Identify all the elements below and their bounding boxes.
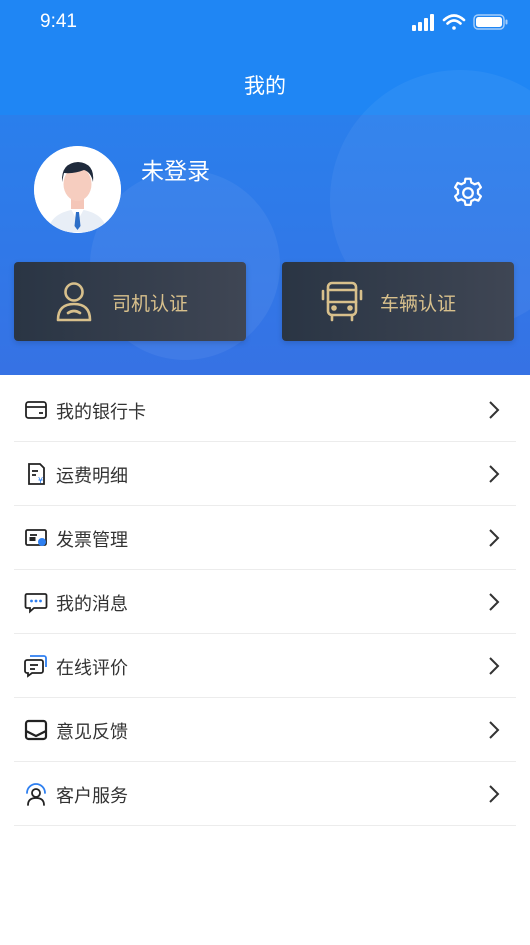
status-time: 9:41: [40, 11, 77, 32]
message-icon: [24, 590, 48, 614]
bank-card-icon: [24, 398, 48, 422]
gear-icon: [453, 177, 483, 206]
freight-detail-icon: ¥: [24, 462, 48, 486]
chevron-right-icon: [488, 784, 500, 808]
menu-item-label: 我的银行卡: [56, 402, 146, 423]
profile-header-area: 9:41 我的 未登录 司机认证 车辆认证: [0, 0, 530, 375]
menu-item-label: 我的消息: [56, 594, 128, 615]
chevron-right-icon: [488, 720, 500, 744]
vehicle-certification-button[interactable]: 车辆认证: [282, 262, 514, 341]
signal-icon: [412, 14, 434, 31]
review-icon: [24, 654, 48, 678]
menu-item-feedback[interactable]: 意见反馈: [14, 698, 516, 762]
menu-item-review[interactable]: 在线评价: [14, 634, 516, 698]
battery-icon: [473, 14, 508, 30]
chevron-right-icon: [488, 528, 500, 552]
chevron-right-icon: [488, 592, 500, 616]
driver-icon: [52, 279, 96, 327]
driver-certification-button[interactable]: 司机认证: [14, 262, 246, 341]
status-icons: [412, 12, 512, 36]
vehicle-certification-label: 车辆认证: [380, 293, 457, 315]
page-title: 我的: [244, 74, 286, 98]
username[interactable]: 未登录: [141, 152, 210, 186]
bus-icon: [320, 279, 364, 327]
menu-item-label: 在线评价: [56, 658, 128, 679]
avatar[interactable]: [34, 146, 121, 233]
menu-item-label: 发票管理: [56, 530, 128, 551]
menu-item-freight-detail[interactable]: ¥ 运费明细: [14, 442, 516, 506]
user-avatar-icon: [34, 146, 121, 233]
menu-item-customer-service[interactable]: 客户服务: [14, 762, 516, 826]
svg-text:¥: ¥: [38, 476, 43, 485]
chevron-right-icon: [488, 464, 500, 488]
menu-item-label: 客户服务: [56, 786, 128, 807]
driver-certification-label: 司机认证: [112, 293, 189, 315]
menu-list: 我的银行卡 ¥ 运费明细 发票管理 我的消息 在线评价 意见反馈 客户服务: [0, 378, 530, 826]
menu-item-messages[interactable]: 我的消息: [14, 570, 516, 634]
settings-button[interactable]: [450, 175, 486, 211]
wifi-icon: [442, 14, 466, 30]
menu-item-bank-card[interactable]: 我的银行卡: [14, 378, 516, 442]
status-bar: 9:41: [0, 0, 530, 48]
feedback-icon: [24, 718, 48, 742]
invoice-icon: [24, 526, 48, 550]
menu-item-label: 意见反馈: [56, 722, 128, 743]
chevron-right-icon: [488, 656, 500, 680]
customer-service-icon: [24, 782, 48, 806]
menu-item-invoice[interactable]: 发票管理: [14, 506, 516, 570]
menu-item-label: 运费明细: [56, 466, 128, 487]
chevron-right-icon: [488, 400, 500, 424]
